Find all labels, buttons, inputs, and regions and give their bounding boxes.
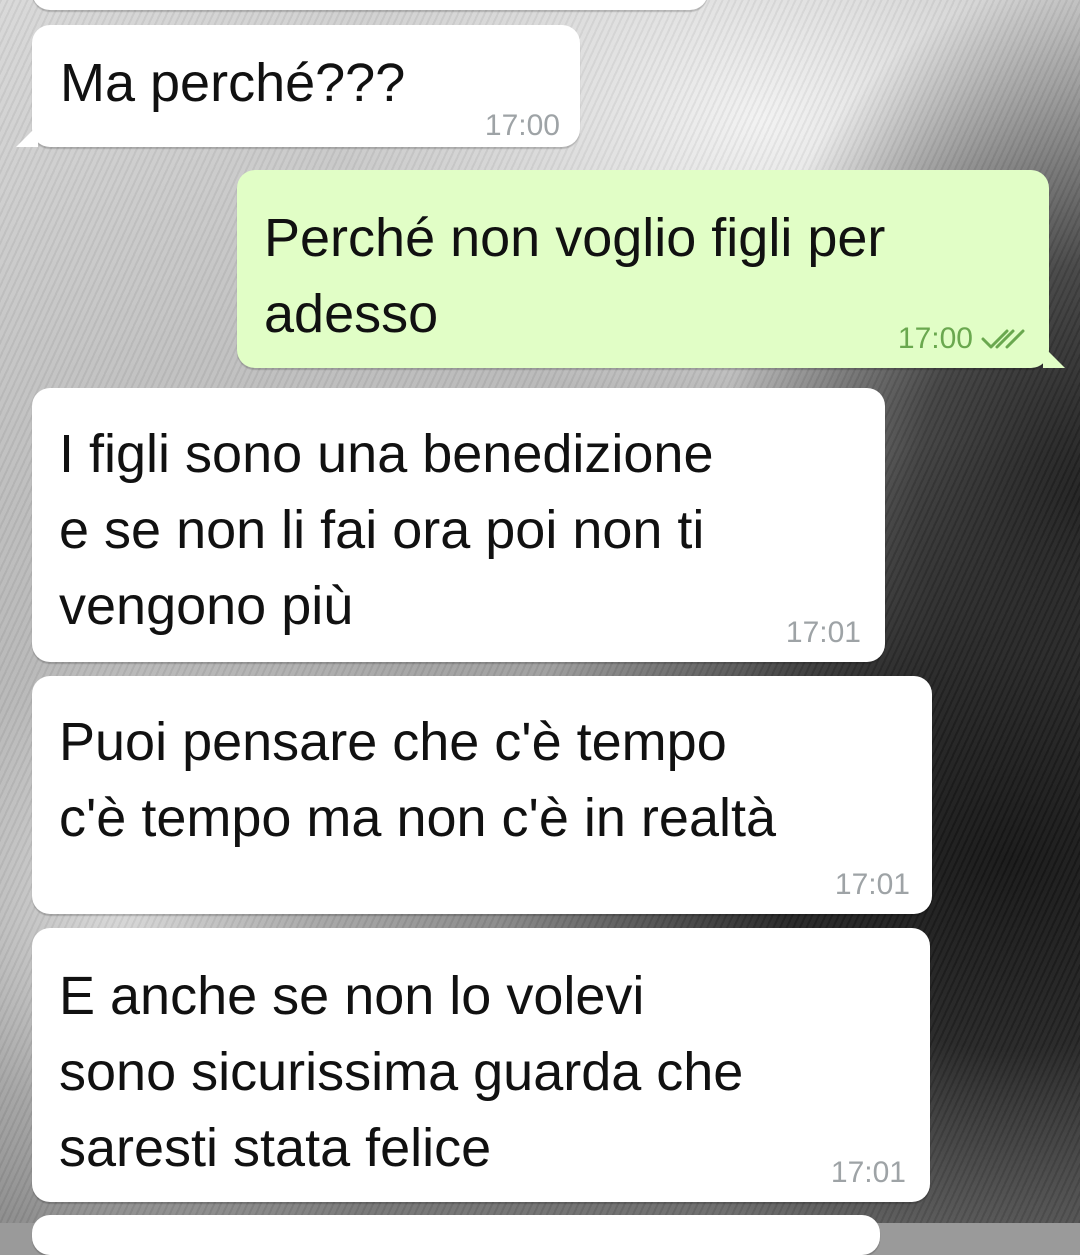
message-bubble-incoming[interactable]: E anche se non lo volevi sono sicurissim… xyxy=(32,928,930,1202)
message-text: E anche se non lo volevi sono sicurissim… xyxy=(59,966,744,1178)
message-text: Perché non voglio figli per adesso xyxy=(264,208,886,344)
double-check-icon xyxy=(981,327,1027,351)
message-bubble-incoming[interactable]: I figli sono una benedizione e se non li… xyxy=(32,388,885,662)
message-timestamp: 17:00 xyxy=(484,109,560,142)
message-time: 17:00 xyxy=(485,109,560,143)
bubble-tail xyxy=(1043,346,1065,368)
message-text: I figli sono una benedizione e se non li… xyxy=(59,424,714,636)
message-time: 17:01 xyxy=(831,1156,906,1190)
message-bubble-outgoing[interactable]: Perché non voglio figli per adesso 17:00 xyxy=(237,170,1065,368)
message-timestamp: 17:00 xyxy=(897,322,973,355)
bubble-tail xyxy=(16,125,38,147)
message-bubble-partial-top[interactable] xyxy=(32,0,708,10)
message-bubble-incoming[interactable]: Ma perché??? 17:00 xyxy=(16,25,580,147)
message-timestamp: 17:01 xyxy=(785,616,861,649)
message-timestamp: 17:01 xyxy=(830,1156,906,1189)
message-text: Ma perché??? xyxy=(60,53,406,113)
message-bubble-incoming[interactable]: Puoi pensare che c'è tempo c'è tempo ma … xyxy=(32,676,932,914)
message-bubble-partial-bottom[interactable] xyxy=(32,1215,880,1255)
message-time: 17:01 xyxy=(835,868,910,902)
message-text: Puoi pensare che c'è tempo c'è tempo ma … xyxy=(59,712,777,848)
message-time: 17:01 xyxy=(786,616,861,650)
message-timestamp: 17:01 xyxy=(834,868,910,901)
message-time: 17:00 xyxy=(898,322,1027,356)
